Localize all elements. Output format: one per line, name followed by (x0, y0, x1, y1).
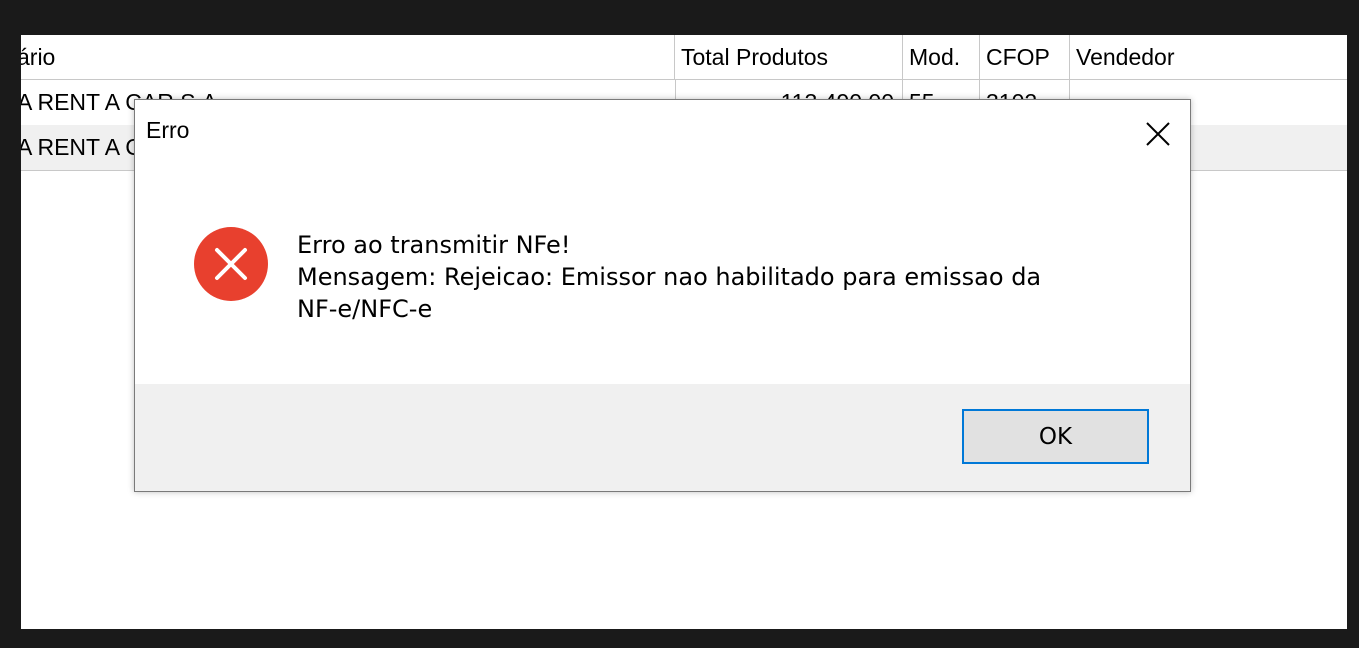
error-message: Erro ao transmitir NFe! Mensagem: Rejeic… (297, 229, 1041, 325)
column-header-mod[interactable]: Mod. (903, 35, 980, 79)
column-header-destinatario[interactable]: ário (21, 35, 675, 79)
dialog-footer: OK (135, 384, 1190, 491)
dialog-title: Erro (146, 117, 190, 143)
grid-header: ário Total Produtos Mod. CFOP Vendedor (21, 35, 1347, 80)
close-icon (1146, 122, 1170, 146)
message-line: NF-e/NFC-e (297, 295, 433, 323)
column-header-cfop[interactable]: CFOP (980, 35, 1070, 79)
error-icon (194, 227, 268, 301)
dialog-body: Erro ao transmitir NFe! Mensagem: Rejeic… (135, 164, 1190, 384)
error-dialog: Erro Erro ao transmitir NFe! Mensagem: R… (134, 99, 1191, 492)
message-line: Mensagem: Rejeicao: Emissor nao habilita… (297, 263, 1042, 291)
column-header-vendedor[interactable]: Vendedor (1070, 35, 1347, 79)
message-line: Erro ao transmitir NFe! (297, 231, 571, 259)
close-button[interactable] (1134, 110, 1182, 158)
dialog-titlebar[interactable]: Erro (135, 100, 1190, 164)
screen-frame: ário Total Produtos Mod. CFOP Vendedor A… (0, 0, 1359, 648)
ok-button[interactable]: OK (962, 409, 1149, 464)
column-header-total-produtos[interactable]: Total Produtos (675, 35, 903, 79)
